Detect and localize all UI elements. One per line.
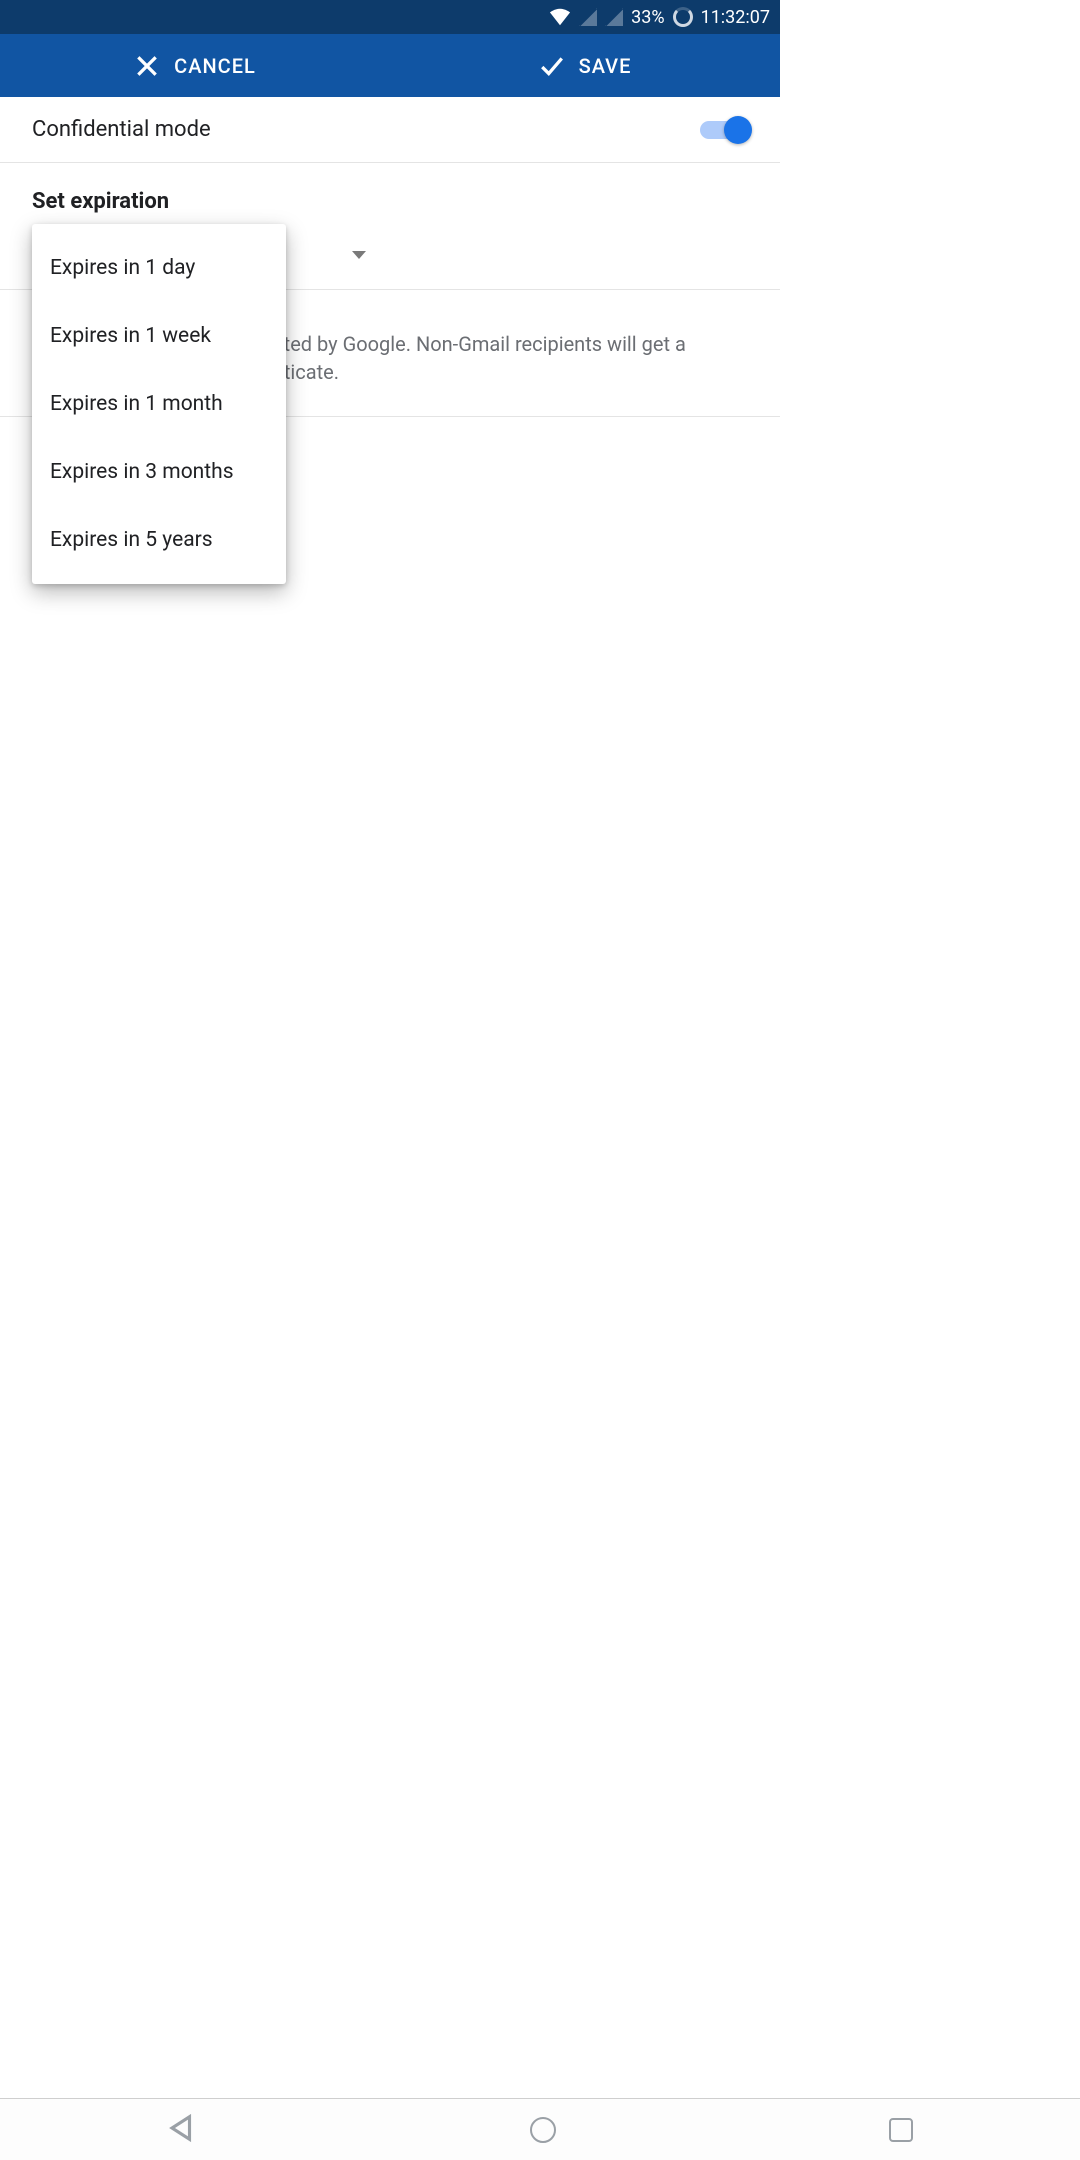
confidential-mode-toggle[interactable] xyxy=(700,121,748,139)
recent-icon xyxy=(889,2118,913,2142)
save-label: SAVE xyxy=(579,54,632,78)
navigation-bar xyxy=(0,2098,1080,2160)
cancel-button[interactable]: CANCEL xyxy=(0,34,390,97)
wifi-icon xyxy=(549,6,571,28)
close-icon xyxy=(134,53,160,79)
no-sim-icon-2 xyxy=(605,8,623,26)
expiration-option[interactable]: Expires in 1 month xyxy=(32,370,286,438)
expiration-option[interactable]: Expires in 1 week xyxy=(32,302,286,370)
chevron-down-icon xyxy=(352,251,366,259)
no-sim-icon-1 xyxy=(579,8,597,26)
confidential-mode-label: Confidential mode xyxy=(32,117,700,142)
nav-back-button[interactable] xyxy=(167,2113,197,2147)
set-expiration-title: Set expiration xyxy=(0,163,780,224)
expiration-option[interactable]: Expires in 5 years xyxy=(32,506,286,574)
expiration-dropdown-menu: Expires in 1 day Expires in 1 week Expir… xyxy=(32,224,286,584)
confidential-mode-row[interactable]: Confidential mode xyxy=(0,97,780,163)
app-bar: CANCEL SAVE xyxy=(0,34,780,97)
battery-percentage: 33% xyxy=(631,7,664,28)
home-icon xyxy=(530,2117,556,2143)
expiration-option[interactable]: Expires in 1 day xyxy=(32,234,286,302)
save-button[interactable]: SAVE xyxy=(390,34,780,97)
cancel-label: CANCEL xyxy=(174,54,256,78)
nav-recent-button[interactable] xyxy=(889,2118,913,2142)
sync-spinner-icon xyxy=(673,7,693,27)
clock: 11:32:07 xyxy=(701,7,770,28)
expiration-option[interactable]: Expires in 3 months xyxy=(32,438,286,506)
nav-home-button[interactable] xyxy=(530,2117,556,2143)
back-icon xyxy=(167,2113,197,2143)
status-bar: 33% 11:32:07 xyxy=(0,0,780,34)
check-icon xyxy=(539,53,565,79)
